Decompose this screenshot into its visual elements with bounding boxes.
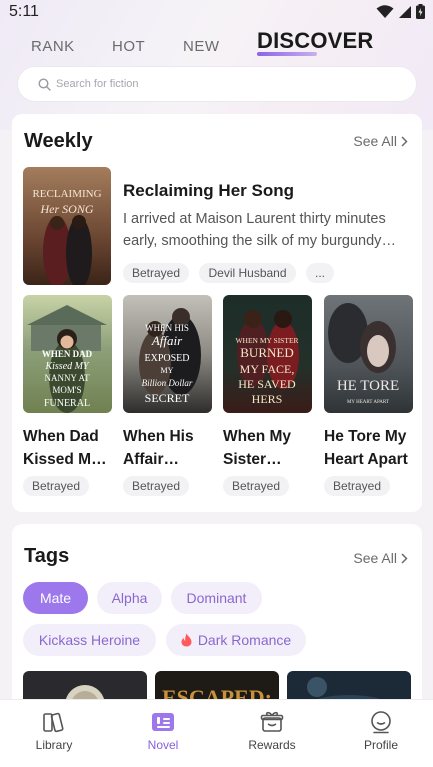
cover-text: WHEN DAD	[42, 349, 93, 359]
nav-novel[interactable]: Novel	[123, 710, 203, 752]
book-card[interactable]: WHEN DAD Kissed MY NANNY AT MOM'S FUNERA…	[23, 295, 112, 496]
chevron-right-icon	[401, 552, 408, 564]
featured-book-description: I arrived at Maison Laurent thirty minut…	[123, 211, 386, 249]
cover-text: FUNERAL	[44, 398, 90, 409]
tab-hot[interactable]: HOT	[112, 38, 145, 55]
search-bar[interactable]	[17, 66, 417, 102]
tag-chip[interactable]: Betrayed	[324, 476, 391, 496]
more-tags-chip[interactable]: ...	[305, 263, 334, 283]
book-cover[interactable]: WHEN MY SISTER BURNED MY FACE, HE SAVED …	[223, 295, 312, 413]
tag-chip[interactable]: Betrayed	[123, 263, 190, 283]
tab-discover[interactable]: DISCOVER	[257, 28, 374, 56]
nav-label: Rewards	[248, 738, 296, 752]
battery-icon	[416, 4, 425, 19]
profile-icon	[371, 711, 391, 734]
library-icon	[43, 712, 64, 733]
cover-text: WHEN MY SISTER	[235, 336, 298, 345]
rewards-icon	[260, 711, 284, 732]
status-time: 5:11	[9, 3, 39, 20]
weekly-see-all-link[interactable]: See All	[353, 133, 408, 149]
tags-see-all-link[interactable]: See All	[353, 550, 408, 566]
nav-rewards[interactable]: Rewards	[232, 710, 312, 752]
tag-pill-kickass-heroine[interactable]: Kickass Heroine	[23, 624, 156, 656]
tag-chip[interactable]: Devil Husband	[199, 263, 296, 283]
cover-text: EXPOSED	[144, 353, 189, 364]
tab-rank[interactable]: RANK	[31, 38, 75, 55]
cover-text: NANNY AT	[45, 373, 90, 383]
status-icons	[376, 4, 425, 19]
featured-cover-text-1: RECLAIMING	[32, 188, 101, 200]
tab-new[interactable]: NEW	[183, 38, 220, 55]
wifi-icon	[376, 4, 394, 18]
cover-text: Kissed MY	[44, 361, 90, 372]
search-icon	[38, 78, 51, 91]
cover-text: MY HEART APART	[347, 400, 389, 405]
nav-profile[interactable]: Profile	[341, 710, 421, 752]
tags-section: Tags See All Mate Alpha Dominant Kickass…	[12, 524, 422, 714]
cover-text: Billion Dollar	[142, 378, 193, 388]
cover-text: HE SAVED	[238, 377, 296, 391]
tag-chip[interactable]: Betrayed	[23, 476, 90, 496]
cover-text: MOM'S	[52, 385, 81, 395]
tags-title: Tags	[24, 545, 70, 567]
nav-label: Profile	[363, 738, 398, 752]
top-tabs: RANK HOT NEW DISCOVER	[0, 28, 433, 62]
featured-book-cover[interactable]: RECLAIMING Her SONG	[23, 167, 111, 285]
cover-text: MY	[161, 366, 174, 375]
signal-icon	[399, 5, 411, 18]
cover-text: HE TORE	[337, 378, 399, 394]
featured-book-title[interactable]: Reclaiming Her Song	[123, 181, 294, 201]
cover-text: SECRET	[145, 391, 190, 405]
featured-book-tags: Betrayed Devil Husband ...	[123, 263, 340, 283]
tag-pill-label: Dark Romance	[197, 632, 292, 648]
nav-label: Novel	[147, 738, 179, 752]
nav-label: Library	[35, 738, 73, 752]
tag-chip[interactable]: Betrayed	[123, 476, 190, 496]
weekly-title: Weekly	[24, 130, 93, 152]
see-all-label: See All	[353, 550, 397, 566]
cover-text: BURNED	[240, 345, 293, 360]
novel-icon	[152, 713, 174, 731]
chevron-right-icon	[401, 135, 408, 147]
bottom-navigation: Library Novel Rewards Profile	[0, 699, 433, 767]
book-title[interactable]: When My Sister Burned My Face, He Saved …	[223, 425, 315, 471]
tag-chip[interactable]: Betrayed	[223, 476, 290, 496]
featured-cover-text-2: Her SONG	[40, 202, 94, 216]
fire-icon	[181, 633, 192, 647]
see-all-label: See All	[353, 133, 397, 149]
book-cover[interactable]: WHEN DAD Kissed MY NANNY AT MOM'S FUNERA…	[23, 295, 112, 413]
status-bar: 5:11	[0, 0, 433, 26]
tag-pill-alpha[interactable]: Alpha	[97, 582, 162, 614]
cover-text: Affair	[151, 333, 183, 348]
book-card[interactable]: WHEN HIS Affair EXPOSED MY Billion Dolla…	[123, 295, 212, 496]
nav-library[interactable]: Library	[14, 710, 94, 752]
tag-pill-mate[interactable]: Mate	[23, 582, 88, 614]
book-cover[interactable]: HE TORE MY HEART APART	[324, 295, 413, 413]
book-title[interactable]: He Tore My Heart Apart	[324, 425, 416, 471]
book-card[interactable]: WHEN MY SISTER BURNED MY FACE, HE SAVED …	[223, 295, 312, 496]
cover-text: HERS	[252, 392, 283, 406]
cover-text: MY FACE,	[240, 362, 295, 376]
tag-pill-dark-romance[interactable]: Dark Romance	[166, 624, 306, 656]
cover-text: WHEN HIS	[145, 323, 189, 333]
weekly-section: Weekly See All RECLAIMING Her SONG Recla…	[12, 114, 422, 512]
book-cover[interactable]: WHEN HIS Affair EXPOSED MY Billion Dolla…	[123, 295, 212, 413]
book-card[interactable]: HE TORE MY HEART APART He Tore My Heart …	[324, 295, 413, 496]
book-title[interactable]: When His Affair Exposed My Billion Dolla…	[123, 425, 215, 471]
tag-pill-dominant[interactable]: Dominant	[171, 582, 262, 614]
search-input[interactable]	[56, 67, 396, 101]
book-title[interactable]: When Dad Kissed My Nanny at Mom's Funera…	[23, 425, 115, 471]
